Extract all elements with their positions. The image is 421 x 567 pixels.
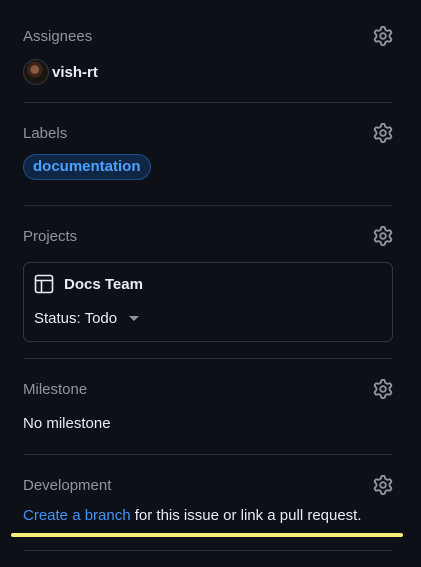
milestone-title: Milestone: [23, 381, 88, 398]
assignees-header: Assignees: [23, 26, 393, 48]
gear-icon[interactable]: [373, 379, 393, 399]
gear-icon[interactable]: [373, 226, 393, 246]
highlight-underline: [11, 533, 403, 537]
assignee-name: vish-rt: [52, 63, 98, 81]
project-name[interactable]: Docs Team: [64, 276, 143, 293]
label-documentation[interactable]: documentation: [23, 154, 151, 180]
development-title: Development: [23, 477, 112, 494]
milestone-value: No milestone: [23, 415, 111, 432]
development-description: Create a branch for this issue or link a…: [23, 507, 362, 524]
divider: [23, 358, 393, 359]
issue-sidebar: Assignees vish-rt Labels documentation P…: [0, 0, 421, 567]
labels-header: Labels: [23, 123, 393, 145]
gear-icon[interactable]: [373, 475, 393, 495]
assignees-section: Assignees vish-rt: [23, 26, 393, 85]
development-header: Development: [23, 475, 393, 497]
milestone-section: Milestone No milestone: [23, 379, 393, 432]
projects-section: Projects Docs Team Status: Todo: [23, 226, 393, 342]
labels-section: Labels documentation: [23, 123, 393, 180]
labels-title: Labels: [23, 125, 68, 142]
assignee-vish-rt[interactable]: vish-rt: [23, 59, 98, 85]
project-status-label: Status: Todo: [34, 310, 118, 327]
projects-title: Projects: [23, 228, 78, 245]
milestone-header: Milestone: [23, 379, 393, 401]
development-rest-text: for this issue or link a pull request.: [130, 507, 362, 524]
development-section: Development Create a branch for this iss…: [23, 475, 393, 524]
assignees-title: Assignees: [23, 28, 93, 45]
divider: [23, 454, 393, 455]
project-card: Docs Team Status: Todo: [23, 262, 393, 342]
create-branch-link[interactable]: Create a branch: [23, 507, 131, 524]
gear-icon[interactable]: [373, 26, 393, 46]
divider: [23, 550, 393, 551]
gear-icon[interactable]: [373, 123, 393, 143]
table-icon: [34, 274, 54, 294]
avatar: [23, 59, 49, 85]
projects-header: Projects: [23, 226, 393, 248]
divider: [23, 102, 393, 103]
divider: [23, 205, 393, 206]
project-status-dropdown[interactable]: Status: Todo: [34, 310, 140, 327]
caret-down-icon: [129, 316, 140, 321]
